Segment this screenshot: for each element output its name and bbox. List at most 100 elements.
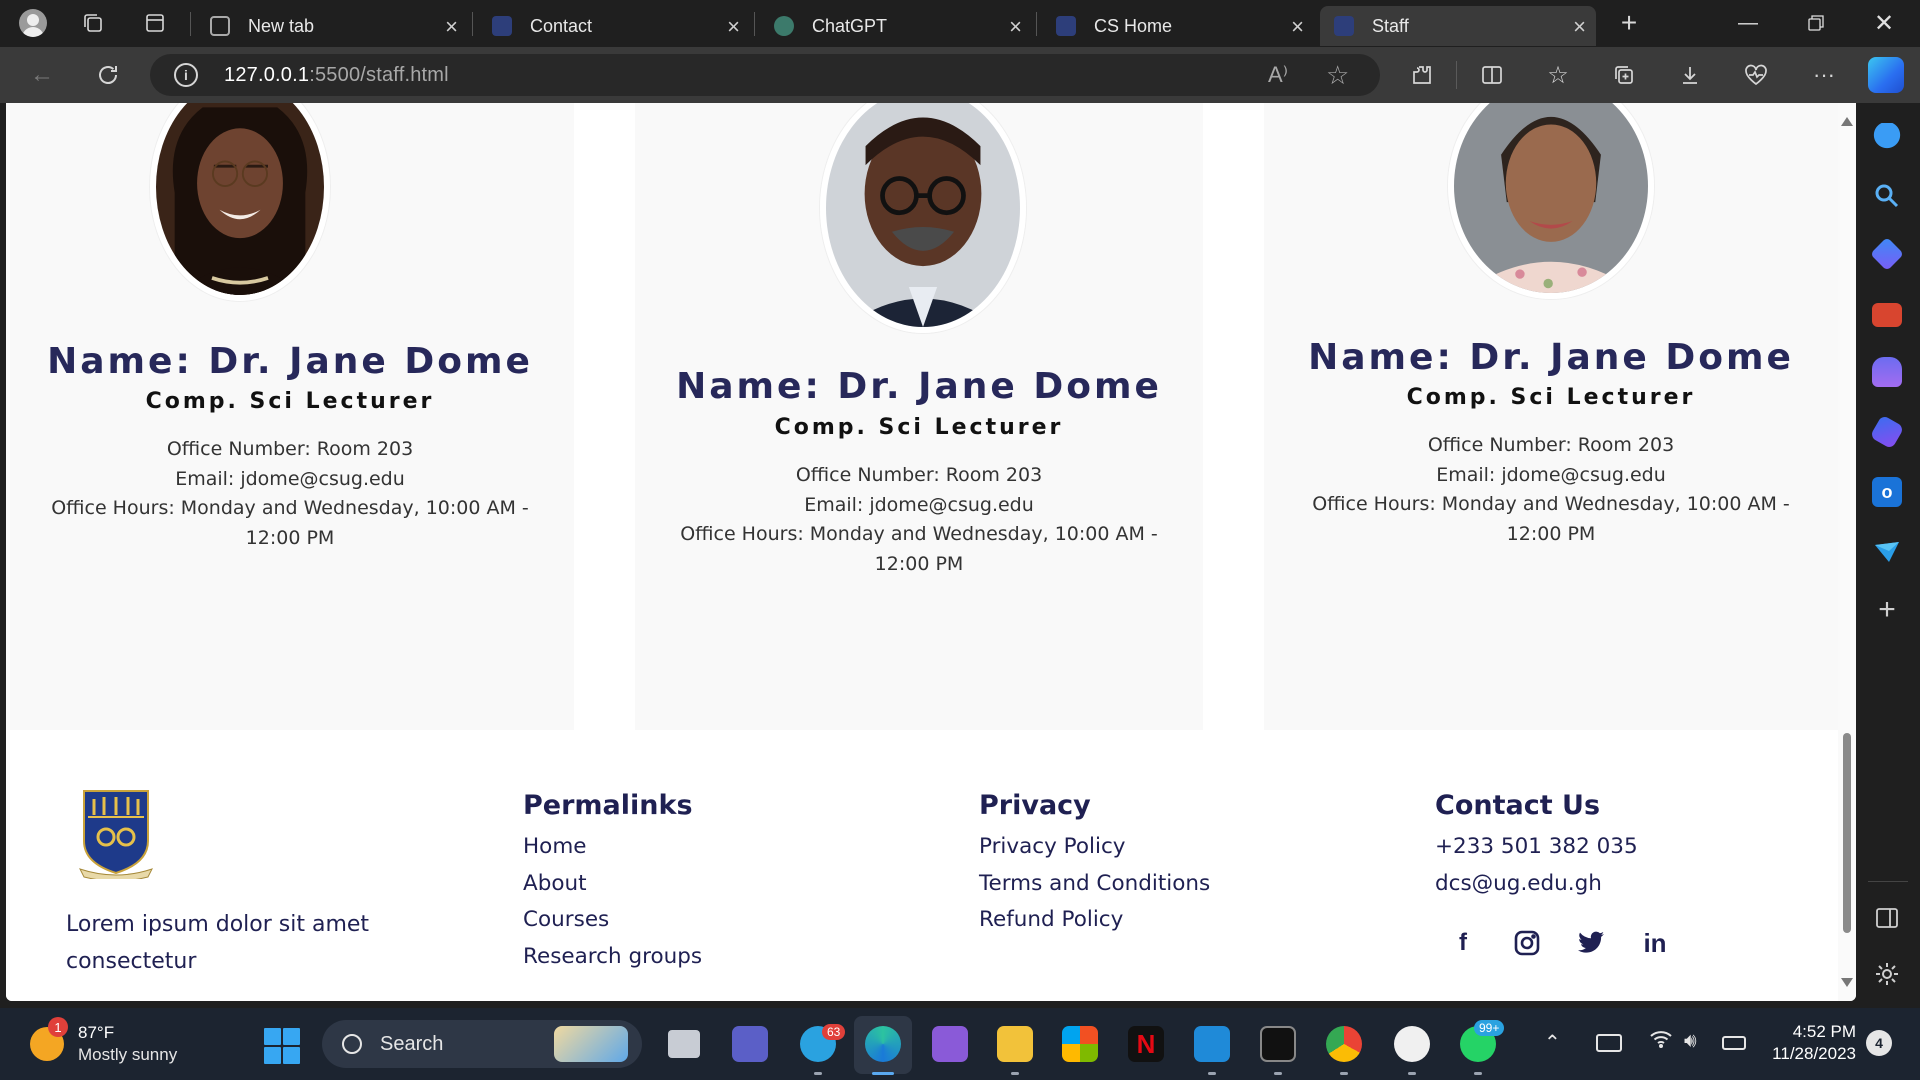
- wifi-icon[interactable]: [1650, 1030, 1672, 1054]
- weather-temperature: 87°F: [78, 1023, 115, 1042]
- crest-favicon-icon: [1056, 16, 1076, 36]
- tab-contact[interactable]: Contact ×: [478, 6, 750, 46]
- taskbar-clock[interactable]: 4:52 PM 11/28/2023: [1766, 1021, 1856, 1065]
- footer-link-privacy-policy[interactable]: Privacy Policy: [979, 829, 1210, 866]
- staff-hours-end: 12:00 PM: [874, 552, 964, 575]
- hide-sidebar-icon[interactable]: [1872, 903, 1902, 933]
- outlook-icon[interactable]: o: [1872, 477, 1902, 507]
- contact-phone[interactable]: +233 501 382 035: [1435, 829, 1638, 866]
- github-icon[interactable]: [1394, 1026, 1430, 1062]
- more-options-icon[interactable]: ···: [1804, 55, 1844, 95]
- staff-details: Office Number: Room 203 Email: jdome@csu…: [1264, 431, 1838, 549]
- taskbar-search-box[interactable]: Search: [322, 1020, 642, 1068]
- chrome-icon[interactable]: [1326, 1026, 1362, 1062]
- profile-button[interactable]: [10, 0, 56, 46]
- browser-tab-strip: New tab × Contact × ChatGPT × CS Home × …: [0, 0, 1920, 47]
- back-arrow-icon[interactable]: ←: [22, 55, 62, 95]
- downloads-icon[interactable]: [1670, 55, 1710, 95]
- tab-cs-home[interactable]: CS Home ×: [1042, 6, 1314, 46]
- staff-role: Comp. Sci Lecturer: [1406, 385, 1696, 410]
- tab-chatgpt[interactable]: ChatGPT ×: [760, 6, 1032, 46]
- minimize-icon[interactable]: —: [1714, 0, 1782, 46]
- settings-gear-icon[interactable]: [1872, 959, 1902, 989]
- contact-email[interactable]: dcs@ug.edu.gh: [1435, 866, 1638, 903]
- page-viewport: Name: Dr. Jane Dome Comp. Sci Lecturer O…: [6, 103, 1856, 1001]
- show-hidden-icons-chevron-icon[interactable]: ⌃: [1544, 1030, 1561, 1055]
- tab-title: Contact: [530, 15, 593, 36]
- footer-link-terms[interactable]: Terms and Conditions: [979, 866, 1210, 903]
- restore-icon[interactable]: [1782, 0, 1850, 46]
- tools-briefcase-icon[interactable]: [1872, 303, 1902, 327]
- footer-link-home[interactable]: Home: [523, 829, 702, 866]
- battery-icon[interactable]: [1722, 1036, 1746, 1050]
- favorite-star-icon[interactable]: ☆: [1326, 60, 1349, 91]
- instagram-icon[interactable]: [1510, 926, 1544, 960]
- tab-staff[interactable]: Staff ×: [1320, 6, 1596, 46]
- search-icon: [342, 1034, 362, 1054]
- staff-card: Name: Dr. Jane Dome Comp. Sci Lecturer O…: [1264, 103, 1838, 730]
- scrollbar-thumb[interactable]: [1843, 733, 1851, 933]
- notification-count-badge[interactable]: 4: [1866, 1030, 1892, 1056]
- new-tab-plus-icon[interactable]: +: [1606, 0, 1652, 46]
- visual-studio-preview-icon[interactable]: [932, 1026, 968, 1062]
- terminal-icon[interactable]: [1260, 1026, 1296, 1062]
- close-tab-icon[interactable]: ×: [1009, 14, 1022, 40]
- edge-icon[interactable]: [865, 1026, 901, 1062]
- task-view-icon[interactable]: [668, 1030, 700, 1058]
- privacy-heading: Privacy: [979, 790, 1091, 821]
- shopping-tag-icon[interactable]: [1870, 237, 1904, 271]
- footer-link-refund-policy[interactable]: Refund Policy: [979, 902, 1210, 939]
- search-icon[interactable]: [1872, 181, 1902, 211]
- url-field[interactable]: i 127.0.0.1:5500/staff.html A⁾ ☆: [150, 54, 1380, 96]
- tab-new-tab[interactable]: New tab ×: [196, 6, 468, 46]
- staff-email: Email: jdome@csug.edu: [175, 467, 405, 490]
- favorites-icon[interactable]: ☆: [1538, 55, 1578, 95]
- search-highlight-icon: [554, 1026, 628, 1062]
- staff-email: Email: jdome@csug.edu: [1436, 463, 1666, 486]
- close-tab-icon[interactable]: ×: [727, 14, 740, 40]
- workspaces-icon[interactable]: [70, 0, 116, 46]
- file-explorer-icon[interactable]: [997, 1026, 1033, 1062]
- staff-hours: Office Hours: Monday and Wednesday, 10:0…: [51, 497, 529, 519]
- copilot-icon[interactable]: [1868, 57, 1904, 93]
- refresh-icon[interactable]: [88, 55, 128, 95]
- weather-widget[interactable]: 1 87°F Mostly sunny: [30, 1017, 177, 1066]
- close-tab-icon[interactable]: ×: [1573, 14, 1586, 40]
- netflix-icon[interactable]: N: [1128, 1026, 1164, 1062]
- footer-link-about[interactable]: About: [523, 866, 702, 903]
- footer-link-research-groups[interactable]: Research groups: [523, 939, 702, 976]
- facebook-icon[interactable]: f: [1446, 926, 1480, 960]
- keyboard-icon[interactable]: [1596, 1034, 1622, 1052]
- linkedin-icon[interactable]: in: [1638, 926, 1672, 960]
- send-drop-icon[interactable]: [1872, 537, 1902, 567]
- vscode-icon[interactable]: [1194, 1026, 1230, 1062]
- split-screen-icon[interactable]: [1472, 55, 1512, 95]
- staff-card: Name: Dr. Jane Dome Comp. Sci Lecturer O…: [6, 103, 574, 730]
- microsoft-365-icon[interactable]: [1869, 414, 1905, 450]
- volume-icon[interactable]: 🔊︎: [1684, 1030, 1697, 1053]
- close-tab-icon[interactable]: ×: [445, 14, 458, 40]
- site-info-icon[interactable]: i: [174, 63, 198, 87]
- vertical-tabs-icon[interactable]: [132, 0, 178, 46]
- start-windows-icon[interactable]: [264, 1028, 300, 1064]
- permalinks-heading: Permalinks: [523, 790, 693, 821]
- footer-link-courses[interactable]: Courses: [523, 902, 702, 939]
- notifications-bell-icon[interactable]: [1872, 123, 1902, 153]
- microsoft-store-icon[interactable]: [1062, 1026, 1098, 1062]
- footer-contact: Contact Us +233 501 382 035 dcs@ug.edu.g…: [1435, 790, 1638, 902]
- collections-icon[interactable]: [1604, 55, 1644, 95]
- close-window-icon[interactable]: ✕: [1850, 0, 1918, 46]
- add-sidebar-app-icon[interactable]: +: [1872, 593, 1902, 626]
- teams-icon[interactable]: [732, 1026, 768, 1062]
- staff-role: Comp. Sci Lecturer: [145, 389, 435, 414]
- twitter-icon[interactable]: [1574, 926, 1608, 960]
- browser-essentials-icon[interactable]: [1736, 55, 1776, 95]
- contact-heading: Contact Us: [1435, 790, 1601, 821]
- extensions-icon[interactable]: [1402, 55, 1442, 95]
- read-aloud-icon[interactable]: A⁾: [1268, 62, 1288, 88]
- scroll-down-arrow-icon[interactable]: [1841, 978, 1853, 987]
- scroll-up-arrow-icon[interactable]: [1841, 117, 1853, 126]
- games-chess-icon[interactable]: [1872, 357, 1902, 387]
- page-scrollbar[interactable]: [1838, 103, 1856, 1001]
- close-tab-icon[interactable]: ×: [1291, 14, 1304, 40]
